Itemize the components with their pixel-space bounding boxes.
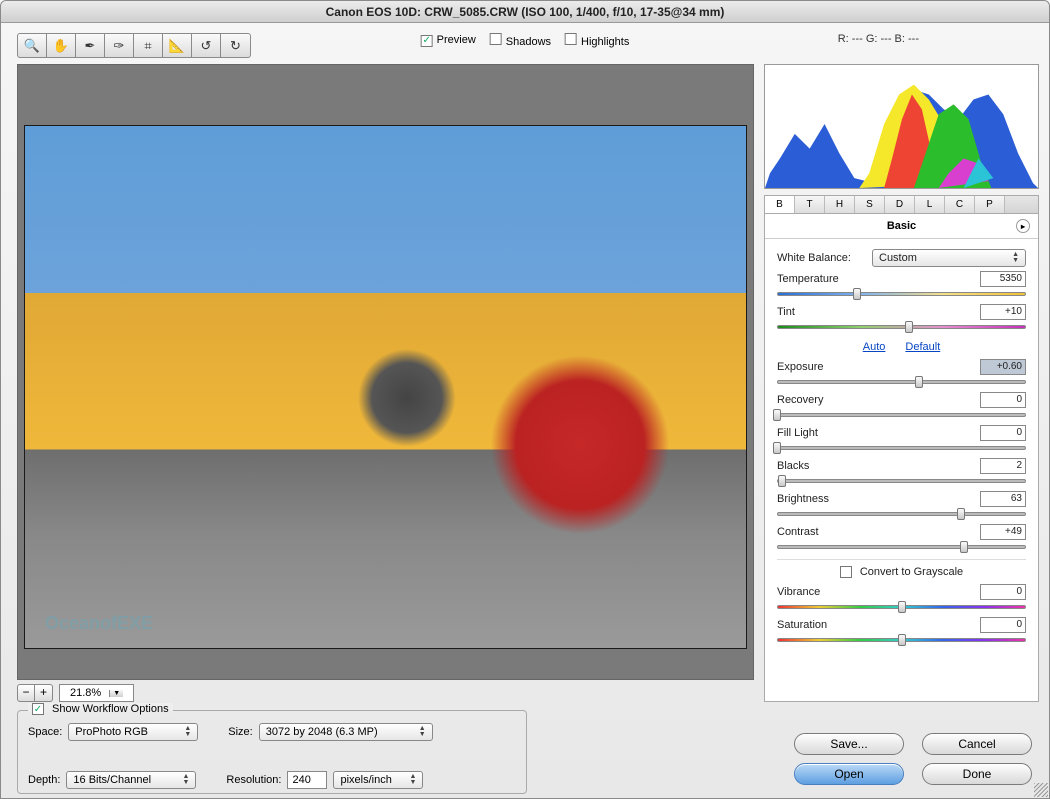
shadows-label: Shadows: [506, 36, 551, 48]
histogram: [764, 64, 1039, 189]
fill-light-value[interactable]: 0: [980, 425, 1026, 441]
rgb-readout: R: --- G: --- B: ---: [838, 33, 919, 45]
photo-preview: OceanofEXE: [24, 125, 747, 649]
zoom-dropdown-icon[interactable]: ▼: [109, 690, 123, 697]
shadows-checkbox[interactable]: Shadows: [490, 33, 551, 48]
fill-light-slider[interactable]: Fill Light0: [777, 425, 1026, 454]
cancel-button[interactable]: Cancel: [922, 733, 1032, 755]
recovery-value[interactable]: 0: [980, 392, 1026, 408]
tab-presets[interactable]: P: [975, 196, 1005, 213]
tab-basic[interactable]: B: [765, 196, 795, 213]
exposure-slider[interactable]: Exposure+0.60: [777, 359, 1026, 388]
highlights-checkbox[interactable]: Highlights: [565, 33, 629, 48]
depth-label: Depth:: [28, 774, 60, 786]
saturation-value[interactable]: 0: [980, 617, 1026, 633]
white-balance-select[interactable]: Custom▲▼: [872, 249, 1026, 267]
space-label: Space:: [28, 726, 62, 738]
depth-select[interactable]: 16 Bits/Channel▲▼: [66, 771, 196, 789]
blacks-slider[interactable]: Blacks2: [777, 458, 1026, 487]
watermark: OceanofEXE: [45, 613, 153, 634]
tint-slider[interactable]: Tint+10: [777, 304, 1026, 333]
panel-tabs: B T H S D L C P: [764, 195, 1039, 213]
contrast-value[interactable]: +49: [980, 524, 1026, 540]
eyedropper-icon[interactable]: ✒: [76, 34, 105, 57]
contrast-slider[interactable]: Contrast+49: [777, 524, 1026, 553]
default-link[interactable]: Default: [905, 341, 940, 353]
exposure-value[interactable]: +0.60: [980, 359, 1026, 375]
tab-detail[interactable]: D: [885, 196, 915, 213]
resize-grip-icon[interactable]: [1034, 783, 1048, 797]
size-select[interactable]: 3072 by 2048 (6.3 MP)▲▼: [259, 723, 433, 741]
blacks-value[interactable]: 2: [980, 458, 1026, 474]
preview-label: Preview: [437, 34, 476, 46]
brightness-slider[interactable]: Brightness63: [777, 491, 1026, 520]
window-title: Canon EOS 10D: CRW_5085.CRW (ISO 100, 1/…: [1, 1, 1049, 23]
tab-calibrate[interactable]: C: [945, 196, 975, 213]
brightness-value[interactable]: 63: [980, 491, 1026, 507]
space-select[interactable]: ProPhoto RGB▲▼: [68, 723, 198, 741]
temperature-value[interactable]: 5350: [980, 271, 1026, 287]
panel-header: Basic ▸: [765, 214, 1038, 239]
zoom-in-button[interactable]: +: [35, 684, 53, 702]
auto-link[interactable]: Auto: [863, 341, 886, 353]
tool-strip: 🔍 ✋ ✒ ✑ ⌗ 📐 ↺ ↻: [17, 33, 251, 58]
preview-checkbox[interactable]: Preview: [421, 34, 476, 47]
temperature-slider[interactable]: Temperature5350: [777, 271, 1026, 300]
preview-area[interactable]: OceanofEXE: [17, 64, 754, 680]
resolution-label: Resolution:: [226, 774, 281, 786]
save-button[interactable]: Save...: [794, 733, 904, 755]
panel-flyout-icon[interactable]: ▸: [1016, 219, 1030, 233]
zoom-out-button[interactable]: −: [17, 684, 35, 702]
open-button[interactable]: Open: [794, 763, 904, 785]
highlights-label: Highlights: [581, 36, 629, 48]
tab-tone-curve[interactable]: T: [795, 196, 825, 213]
saturation-slider[interactable]: Saturation0: [777, 617, 1026, 646]
camera-raw-window: Canon EOS 10D: CRW_5085.CRW (ISO 100, 1/…: [0, 0, 1050, 799]
workflow-legend-checkbox[interactable]: Show Workflow Options: [28, 703, 173, 715]
recovery-slider[interactable]: Recovery0: [777, 392, 1026, 421]
crop-tool-icon[interactable]: ⌗: [134, 34, 163, 57]
tab-hsl[interactable]: H: [825, 196, 855, 213]
white-balance-label: White Balance:: [777, 252, 872, 264]
zoom-tool-icon[interactable]: 🔍: [18, 34, 47, 57]
done-button[interactable]: Done: [922, 763, 1032, 785]
rotate-cw-icon[interactable]: ↻: [221, 34, 250, 57]
straighten-tool-icon[interactable]: 📐: [163, 34, 192, 57]
size-label: Size:: [228, 726, 252, 738]
zoom-value[interactable]: 21.8% ▼: [59, 684, 134, 702]
vibrance-value[interactable]: 0: [980, 584, 1026, 600]
rotate-ccw-icon[interactable]: ↺: [192, 34, 221, 57]
color-sampler-icon[interactable]: ✑: [105, 34, 134, 57]
vibrance-slider[interactable]: Vibrance0: [777, 584, 1026, 613]
resolution-unit-select[interactable]: pixels/inch▲▼: [333, 771, 423, 789]
tab-lens[interactable]: L: [915, 196, 945, 213]
hand-tool-icon[interactable]: ✋: [47, 34, 76, 57]
workflow-options: Show Workflow Options Space: ProPhoto RG…: [17, 710, 527, 794]
resolution-input[interactable]: 240: [287, 771, 327, 789]
grayscale-checkbox[interactable]: Convert to Grayscale: [777, 566, 1026, 578]
tint-value[interactable]: +10: [980, 304, 1026, 320]
tab-split[interactable]: S: [855, 196, 885, 213]
